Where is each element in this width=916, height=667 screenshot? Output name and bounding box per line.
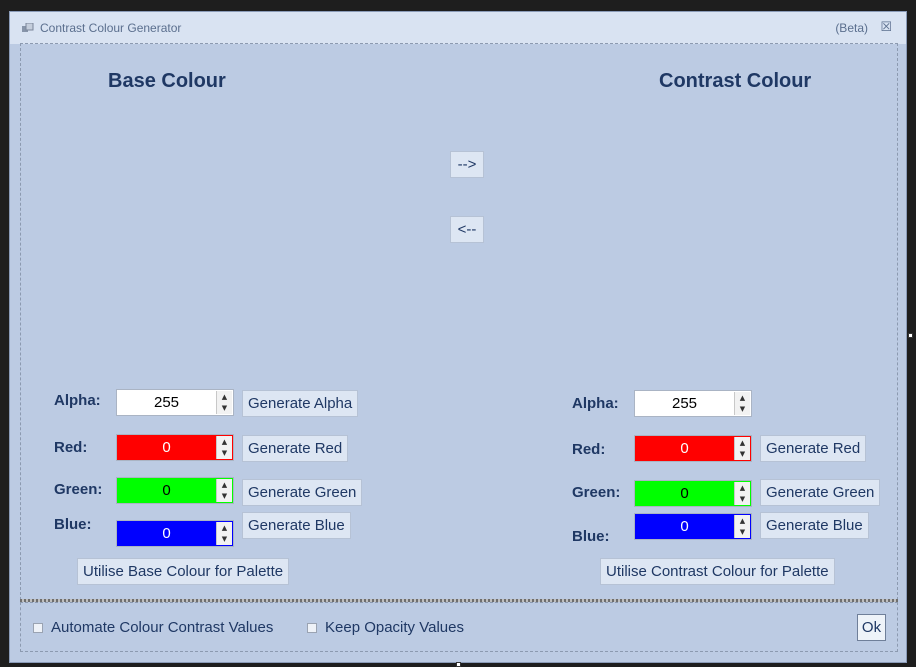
utilise-contrast-colour-button[interactable]: Utilise Contrast Colour for Palette bbox=[600, 558, 835, 585]
base-red-value[interactable]: 0 bbox=[117, 435, 216, 460]
button-label: Generate Green bbox=[766, 484, 875, 501]
contrast-alpha-value[interactable]: 255 bbox=[635, 391, 734, 416]
base-green-value[interactable]: 0 bbox=[117, 478, 216, 503]
base-green-spinner[interactable]: 0 ▲ ▼ bbox=[116, 477, 234, 504]
spin-down-icon[interactable]: ▼ bbox=[217, 447, 232, 459]
copy-to-base-button[interactable]: <-- bbox=[450, 216, 484, 243]
spinner-arrows[interactable]: ▲ ▼ bbox=[216, 522, 232, 545]
keep-opacity-label[interactable]: Keep Opacity Values bbox=[325, 619, 464, 636]
generate-contrast-red-button[interactable]: Generate Red bbox=[760, 435, 867, 462]
contrast-alpha-spinner[interactable]: 255 ▲ ▼ bbox=[634, 390, 752, 417]
window-title: Contrast Colour Generator bbox=[40, 21, 182, 35]
base-alpha-label: Alpha: bbox=[54, 392, 101, 409]
generate-contrast-green-button[interactable]: Generate Green bbox=[760, 479, 881, 506]
base-colour-heading: Base Colour bbox=[108, 70, 226, 92]
resize-handle-bottom[interactable] bbox=[456, 662, 461, 667]
close-icon[interactable]: ☒ bbox=[880, 20, 892, 35]
contrast-blue-label: Blue: bbox=[572, 528, 610, 545]
contrast-green-value[interactable]: 0 bbox=[635, 481, 734, 506]
copy-to-contrast-button[interactable]: --> bbox=[450, 151, 484, 178]
spinner-arrows[interactable]: ▲ ▼ bbox=[734, 437, 750, 460]
utilise-base-colour-button[interactable]: Utilise Base Colour for Palette bbox=[77, 558, 290, 585]
spin-down-icon[interactable]: ▼ bbox=[735, 403, 750, 415]
spinner-arrows[interactable]: ▲ ▼ bbox=[734, 392, 750, 415]
base-blue-label: Blue: bbox=[54, 516, 92, 533]
base-red-spinner[interactable]: 0 ▲ ▼ bbox=[116, 434, 234, 461]
automate-contrast-checkbox[interactable] bbox=[33, 623, 43, 633]
generate-base-red-button[interactable]: Generate Red bbox=[242, 435, 349, 462]
spin-down-icon[interactable]: ▼ bbox=[735, 526, 750, 538]
base-red-label: Red: bbox=[54, 439, 88, 456]
spin-down-icon[interactable]: ▼ bbox=[217, 402, 232, 414]
spinner-arrows[interactable]: ▲ ▼ bbox=[216, 436, 232, 459]
spin-down-icon[interactable]: ▼ bbox=[217, 533, 232, 545]
button-label: Generate Blue bbox=[248, 517, 345, 534]
button-label: Generate Blue bbox=[766, 517, 863, 534]
beta-label: (Beta) bbox=[835, 21, 868, 35]
base-alpha-spinner[interactable]: 255 ▲ ▼ bbox=[116, 389, 234, 416]
generate-base-blue-button[interactable]: Generate Blue bbox=[242, 512, 351, 539]
spin-down-icon[interactable]: ▼ bbox=[217, 490, 232, 502]
base-blue-spinner[interactable]: 0 ▲ ▼ bbox=[116, 520, 234, 547]
spinner-arrows[interactable]: ▲ ▼ bbox=[216, 479, 232, 502]
automate-contrast-label[interactable]: Automate Colour Contrast Values bbox=[51, 619, 273, 636]
contrast-alpha-label: Alpha: bbox=[572, 395, 619, 412]
generate-base-alpha-button[interactable]: Generate Alpha bbox=[242, 390, 359, 417]
contrast-blue-spinner[interactable]: 0 ▲ ▼ bbox=[634, 513, 752, 540]
button-label: Generate Alpha bbox=[248, 395, 353, 412]
contrast-green-spinner[interactable]: 0 ▲ ▼ bbox=[634, 480, 752, 507]
base-green-label: Green: bbox=[54, 481, 103, 498]
base-alpha-value[interactable]: 255 bbox=[117, 390, 216, 415]
resize-handle-right[interactable] bbox=[908, 333, 913, 338]
spinner-arrows[interactable]: ▲ ▼ bbox=[734, 515, 750, 538]
spinner-arrows[interactable]: ▲ ▼ bbox=[216, 391, 232, 414]
contrast-red-value[interactable]: 0 bbox=[635, 436, 734, 461]
contrast-red-spinner[interactable]: 0 ▲ ▼ bbox=[634, 435, 752, 462]
button-label: Utilise Contrast Colour for Palette bbox=[606, 563, 829, 580]
button-label: Utilise Base Colour for Palette bbox=[83, 563, 284, 580]
contrast-colour-heading: Contrast Colour bbox=[659, 70, 812, 92]
spin-down-icon[interactable]: ▼ bbox=[735, 448, 750, 460]
contrast-blue-value[interactable]: 0 bbox=[635, 514, 734, 539]
app-icon bbox=[22, 23, 34, 32]
contrast-red-label: Red: bbox=[572, 441, 606, 458]
spin-down-icon[interactable]: ▼ bbox=[735, 493, 750, 505]
contrast-green-label: Green: bbox=[572, 484, 621, 501]
generate-contrast-blue-button[interactable]: Generate Blue bbox=[760, 512, 869, 539]
button-label: Generate Red bbox=[766, 440, 861, 457]
spinner-arrows[interactable]: ▲ ▼ bbox=[734, 482, 750, 505]
title-bar: Contrast Colour Generator (Beta) ☒ bbox=[10, 12, 906, 44]
ok-button[interactable]: Ok bbox=[857, 614, 886, 641]
button-label: Generate Red bbox=[248, 440, 343, 457]
base-blue-value[interactable]: 0 bbox=[117, 521, 216, 546]
generate-base-green-button[interactable]: Generate Green bbox=[242, 479, 363, 506]
keep-opacity-checkbox[interactable] bbox=[307, 623, 317, 633]
button-label: Generate Green bbox=[248, 484, 357, 501]
